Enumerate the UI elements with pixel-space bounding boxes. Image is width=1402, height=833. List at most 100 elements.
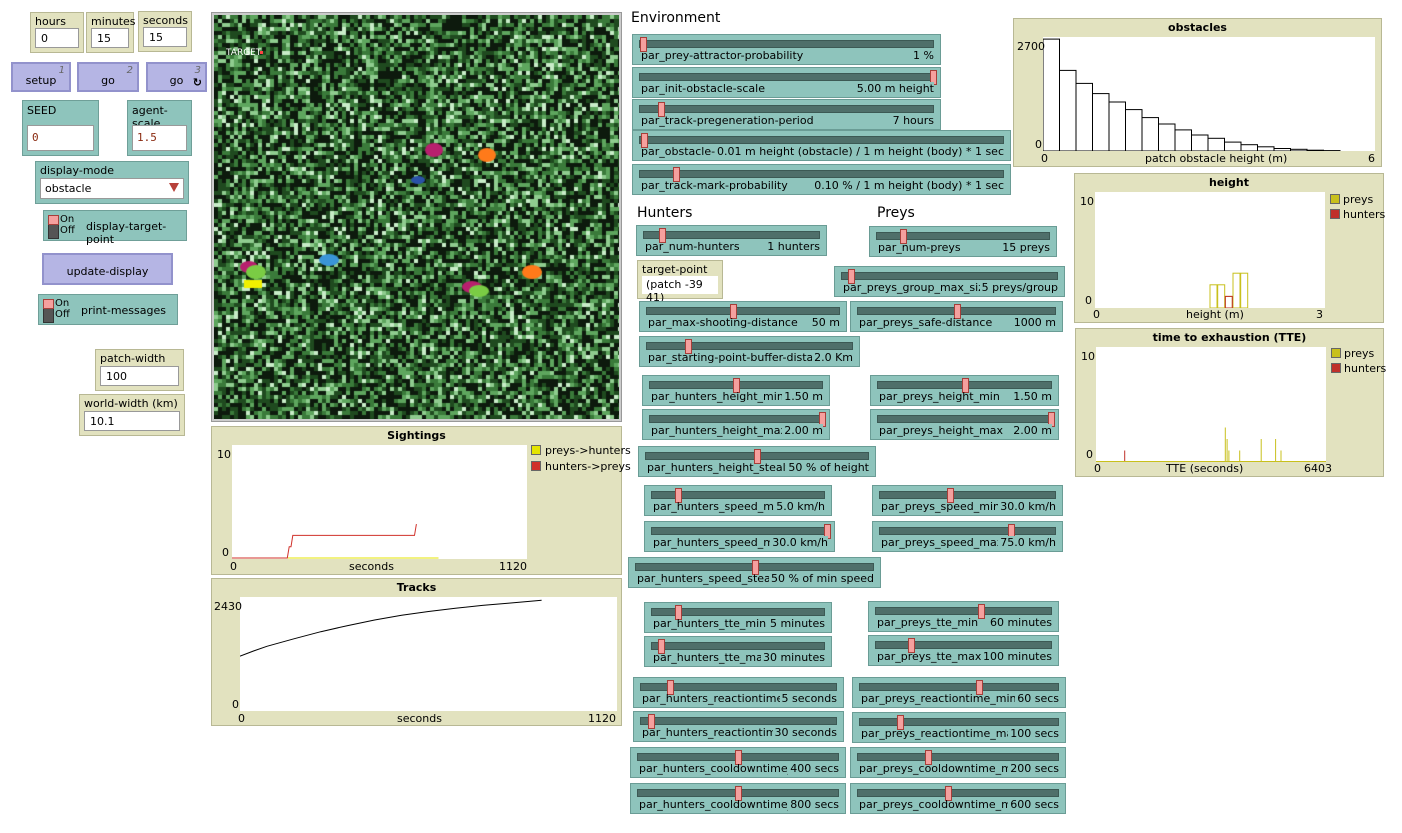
- go-once-key: 2: [126, 65, 133, 76]
- slider-track[interactable]: [876, 229, 1050, 244]
- slider-hunters-height-min[interactable]: par_hunters_height_min 1.50 m: [642, 375, 830, 406]
- y-max: 10: [1080, 195, 1094, 208]
- slider-preys-height-min[interactable]: par_preys_height_min 1.50 m: [870, 375, 1059, 406]
- slider-track[interactable]: [639, 167, 1004, 182]
- slider-preys-tte-min[interactable]: par_preys_tte_min 60 minutes: [868, 601, 1059, 632]
- slider-track[interactable]: [639, 37, 934, 52]
- slider-hunters-height-stealth[interactable]: par_hunters_height_stealth 50 % of height: [638, 446, 876, 477]
- slider-track[interactable]: [646, 304, 840, 319]
- slider-hunters-reactiontime-min[interactable]: par_hunters_reactiontime_min 5 seconds: [633, 677, 844, 708]
- update-display-button[interactable]: update-display: [42, 253, 173, 285]
- slider-knob[interactable]: [978, 604, 985, 619]
- go-forever-button[interactable]: go 3 ↻: [146, 62, 207, 92]
- slider-preys-cooldowntime-min[interactable]: par_preys_cooldowntime_min 200 secs: [850, 747, 1066, 778]
- seed-field[interactable]: 0: [27, 125, 94, 151]
- slider-value: 1.50 m: [782, 390, 823, 403]
- slider-track[interactable]: [637, 750, 839, 765]
- slider-track[interactable]: [651, 488, 825, 503]
- slider-track[interactable]: [859, 680, 1059, 695]
- slider-track-pregeneration-period[interactable]: par_track-pregeneration-period 7 hours: [632, 99, 941, 130]
- slider-value: 5.00 m height: [854, 82, 934, 95]
- environment-heading: Environment: [631, 10, 721, 26]
- slider-track[interactable]: [859, 715, 1059, 730]
- slider-preys-safe-distance[interactable]: par_preys_safe-distance 1000 m: [850, 301, 1063, 332]
- slider-track[interactable]: [651, 524, 831, 539]
- slider-hunters-speed-max[interactable]: par_hunters_speed_max 30.0 km/h: [644, 521, 835, 552]
- slider-label: par_track-mark-probability: [641, 179, 788, 192]
- slider-preys-speed-min[interactable]: par_preys_speed_min 30.0 km/h: [872, 485, 1063, 516]
- slider-preys-height-max[interactable]: par_preys_height_max 2.00 m: [870, 409, 1059, 440]
- slider-track[interactable]: [640, 714, 837, 729]
- slider-track[interactable]: [879, 488, 1056, 503]
- agent-scale-field[interactable]: 1.5: [132, 125, 187, 151]
- slider-num-hunters[interactable]: par_num-hunters 1 hunters: [636, 225, 827, 256]
- setup-button[interactable]: setup 1: [11, 62, 71, 92]
- y-min: 0: [232, 698, 239, 711]
- slider-hunters-speed-stealth[interactable]: par_hunters_speed_stealth 50 % of min spe…: [628, 557, 881, 588]
- slider-preys-group-max-size[interactable]: par_preys_group_max_size 5 preys/group: [834, 266, 1065, 297]
- slider-init-obstacle-scale[interactable]: par_init-obstacle-scale 5.00 m height: [632, 67, 941, 98]
- slider-value: 5 preys/group: [979, 281, 1058, 294]
- slider-track[interactable]: [857, 786, 1059, 801]
- slider-track[interactable]: [879, 524, 1056, 539]
- slider-hunters-height-max[interactable]: par_hunters_height_max 2.00 m: [642, 409, 830, 440]
- slider-track[interactable]: [640, 680, 837, 695]
- slider-track[interactable]: [877, 378, 1052, 393]
- slider-track-mark-probability[interactable]: par_track-mark-probability 0.10 % / 1 m h…: [632, 164, 1011, 195]
- slider-track[interactable]: [857, 304, 1056, 319]
- switch-toggle[interactable]: [48, 215, 59, 239]
- agent-scale-input[interactable]: agent-scale 1.5: [127, 100, 192, 156]
- slider-track[interactable]: [875, 638, 1052, 653]
- slider-track[interactable]: [651, 639, 825, 654]
- display-target-point-switch[interactable]: On Off display-target-point: [43, 210, 187, 246]
- slider-hunters-cooldowntime-max[interactable]: par_hunters_cooldowntime_max 800 secs: [630, 783, 846, 814]
- slider-track[interactable]: [875, 604, 1052, 619]
- world-canvas[interactable]: [214, 15, 619, 419]
- slider-hunters-tte-max[interactable]: par_hunters_tte_max 30 minutes: [644, 636, 832, 667]
- slider-track[interactable]: [877, 412, 1055, 427]
- world-view[interactable]: TARGET: [211, 12, 622, 422]
- slider-track[interactable]: [639, 70, 937, 85]
- slider-track[interactable]: [643, 228, 820, 243]
- slider-preys-cooldowntime-max[interactable]: par_preys_cooldowntime_max 600 secs: [850, 783, 1066, 814]
- slider-track[interactable]: [857, 750, 1059, 765]
- go-once-button[interactable]: go 2: [77, 62, 139, 92]
- slider-track[interactable]: [639, 102, 934, 117]
- slider-track[interactable]: [639, 133, 1004, 148]
- display-mode-chooser[interactable]: display-mode obstacle: [35, 161, 189, 204]
- display-mode-value: obstacle: [45, 182, 92, 195]
- slider-label: par_hunters_speed_max: [653, 536, 788, 549]
- slider-hunters-speed-min[interactable]: par_hunters_speed_min 5.0 km/h: [644, 485, 832, 516]
- histogram-bar: [1042, 38, 1060, 152]
- slider-obstacle-damage[interactable]: par_obstacle-damage 0.01 m height (obstac…: [632, 130, 1011, 161]
- legend-swatch: [1331, 363, 1341, 373]
- slider-track[interactable]: [841, 269, 1058, 284]
- x-max: 1120: [499, 560, 527, 573]
- slider-preys-speed-max[interactable]: par_preys_speed_max 75.0 km/h: [872, 521, 1063, 552]
- slider-track[interactable]: [645, 449, 869, 464]
- seed-input[interactable]: SEED 0: [22, 100, 99, 156]
- switch-toggle[interactable]: [43, 299, 54, 323]
- slider-track[interactable]: [649, 412, 826, 427]
- slider-preys-reactiontime-max[interactable]: par_preys_reactiontime_max 100 secs: [852, 712, 1066, 743]
- slider-value: 60 secs: [1015, 692, 1059, 705]
- slider-track[interactable]: [637, 786, 839, 801]
- slider-hunters-cooldowntime-min[interactable]: par_hunters_cooldowntime_min 400 secs: [630, 747, 846, 778]
- slider-preys-tte-max[interactable]: par_preys_tte_max 100 minutes: [868, 635, 1059, 666]
- slider-track[interactable]: [649, 378, 823, 393]
- height-plot: height 10 0 0 height (m) 3 preys hunters: [1074, 173, 1385, 323]
- slider-preys-reactiontime-min[interactable]: par_preys_reactiontime_min 60 secs: [852, 677, 1066, 708]
- histogram-bar: [1257, 146, 1275, 152]
- slider-max-shooting-distance[interactable]: par_max-shooting-distance 50 m: [639, 301, 847, 332]
- slider-label: par_preys_cooldowntime_min: [859, 762, 1022, 775]
- slider-num-preys[interactable]: par_num-preys 15 preys: [869, 226, 1057, 257]
- slider-hunters-reactiontime-max[interactable]: par_hunters_reactiontime... 30 seconds: [633, 711, 844, 742]
- slider-track[interactable]: [635, 560, 874, 575]
- print-messages-switch[interactable]: On Off print-messages: [38, 294, 178, 325]
- slider-starting-point-buffer-distance[interactable]: par_starting-point-buffer-distance 2.0 Km: [639, 336, 860, 367]
- display-mode-select[interactable]: obstacle: [40, 178, 184, 199]
- slider-prey-attractor-probability[interactable]: par_prey-attractor-probability 1 %: [632, 34, 941, 65]
- slider-hunters-tte-min[interactable]: par_hunters_tte_min 5 minutes: [644, 602, 832, 633]
- slider-track[interactable]: [646, 339, 853, 354]
- slider-track[interactable]: [651, 605, 825, 620]
